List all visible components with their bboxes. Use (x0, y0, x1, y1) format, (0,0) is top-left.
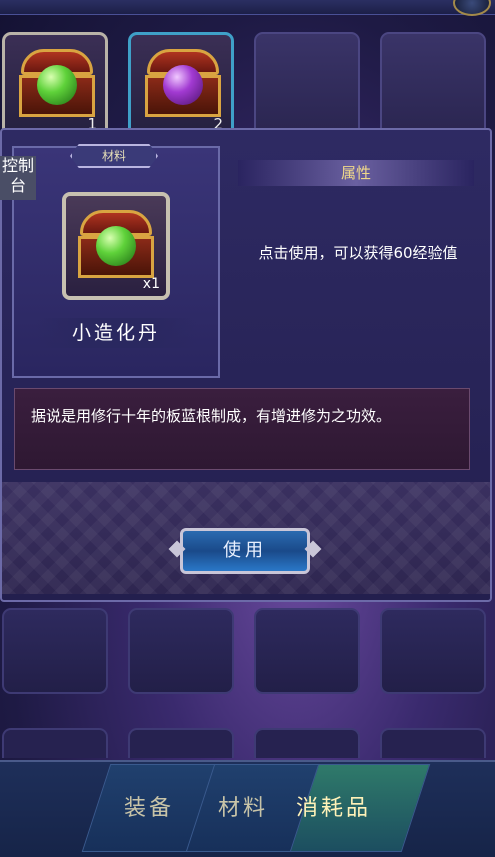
inventory-slot-empty[interactable] (2, 608, 108, 694)
item-description: 据说是用修行十年的板蓝根制成，有增进修为之功效。 (14, 388, 470, 470)
item-name: 小造化丹 (36, 318, 196, 348)
inventory-slot-1[interactable]: 1 (2, 32, 108, 138)
top-bar (0, 0, 495, 16)
inventory-slot-empty[interactable] (128, 728, 234, 758)
treasure-chest-purple-icon (143, 49, 223, 119)
inventory-slot-empty[interactable] (254, 728, 360, 758)
use-button[interactable]: 使用 (168, 528, 322, 574)
inventory-slot-empty[interactable] (254, 32, 360, 138)
close-gem-icon[interactable] (453, 0, 491, 16)
item-quantity: x1 (142, 276, 160, 292)
inventory-slot-empty[interactable] (254, 608, 360, 694)
inventory-slot-empty[interactable] (380, 728, 486, 758)
item-icon-frame: x1 (62, 192, 170, 300)
tab-materials-label: 材料 (218, 796, 269, 821)
attributes-effect: 点击使用，可以获得60经验值 (258, 244, 458, 262)
inventory-slot-empty[interactable] (380, 608, 486, 694)
console-button[interactable]: 控制台 (0, 156, 36, 200)
use-button-label: 使用 (223, 540, 267, 561)
treasure-chest-green-icon (76, 210, 156, 280)
attributes-header: 属性 (238, 160, 474, 186)
inventory-slot-2[interactable]: 2 (128, 32, 234, 138)
inventory-slot-empty[interactable] (2, 728, 108, 758)
inventory-slot-empty[interactable] (380, 32, 486, 138)
tab-equipment-label: 装备 (124, 796, 175, 821)
tab-consumables-label: 消耗品 (296, 796, 372, 821)
treasure-chest-green-icon (17, 49, 97, 119)
item-category-tab: 材料 (70, 144, 158, 168)
inventory-slot-empty[interactable] (128, 608, 234, 694)
